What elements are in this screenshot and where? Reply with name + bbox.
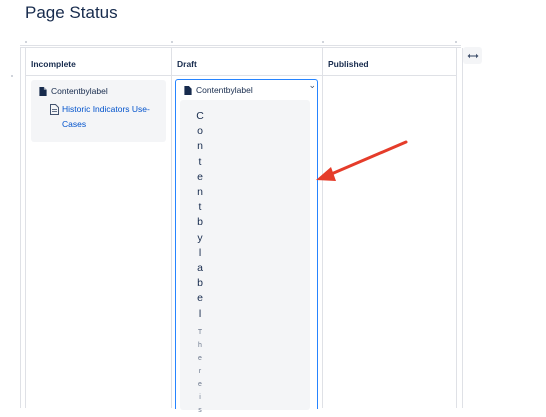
vertical-body-char: s <box>198 407 202 414</box>
annotation-arrow <box>316 140 408 181</box>
